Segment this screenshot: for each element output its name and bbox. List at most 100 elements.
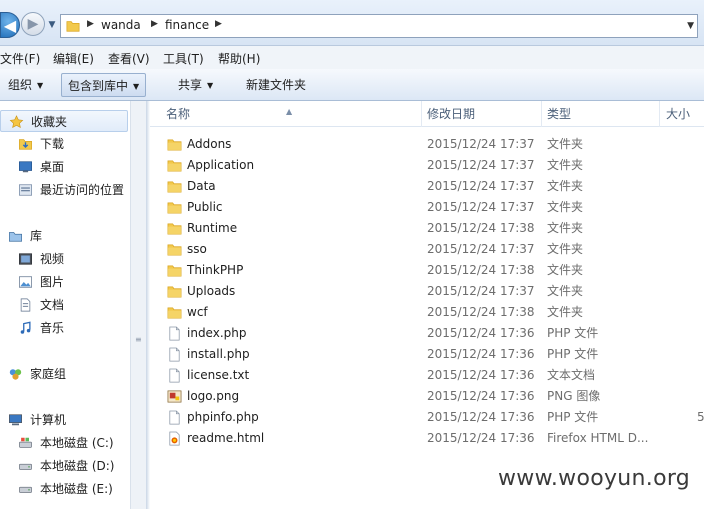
breadcrumb-finance[interactable]: finance [165,18,209,32]
nav-desktop[interactable]: 桌面 [0,156,128,178]
file-icon [169,368,180,383]
file-modified-date: 2015/12/24 17:36 [427,431,535,445]
nav-videos[interactable]: 视频 [0,248,128,270]
nav-disk-d[interactable]: 本地磁盘 (D:) [0,455,128,477]
file-type: PNG 图像 [547,389,601,403]
file-row[interactable]: phpinfo.php 2015/12/24 17:36 PHP 文件 5 [150,407,704,428]
chevron-down-icon: ▼ [133,81,140,91]
nav-disk-c[interactable]: 本地磁盘 (C:) [0,432,128,454]
file-row[interactable]: sso 2015/12/24 17:37 文件夹 [150,239,704,260]
file-type: PHP 文件 [547,326,599,340]
nav-favorites-label: 收藏夹 [31,115,68,129]
navigation-pane: 收藏夹 下载 桌面 最近访问的位置 库 视频 图片 文档 音乐 家庭组 计算机 … [0,101,130,509]
file-name: index.php [187,326,247,340]
file-row[interactable]: Runtime 2015/12/24 17:38 文件夹 [150,218,704,239]
file-name: Addons [187,137,232,151]
file-row[interactable]: index.php 2015/12/24 17:36 PHP 文件 [150,323,704,344]
video-icon [19,253,32,265]
chevron-down-icon: ▼ [207,80,214,90]
menu-bar: 文件(F) 编辑(E) 查看(V) 工具(T) 帮助(H) [0,46,704,69]
file-modified-date: 2015/12/24 17:36 [427,326,535,340]
address-dropdown-icon[interactable]: ▼ [687,21,694,31]
organize-button[interactable]: 组织 ▼ [2,73,49,97]
file-name: Public [187,200,223,214]
nav-videos-label: 视频 [40,252,65,266]
column-header-row: 名称 ▲ 修改日期 类型 大小 [150,101,704,127]
address-input[interactable]: ▶ wanda ▶ finance ▶ ▼ [60,14,698,38]
file-modified-date: 2015/12/24 17:37 [427,158,535,172]
chevron-right-icon[interactable]: ▶ [151,19,158,29]
file-type: 文本文档 [547,368,596,382]
organize-label: 组织 [8,78,33,92]
star-icon [9,115,24,129]
firefox-html-icon [169,431,180,446]
file-row[interactable]: Application 2015/12/24 17:37 文件夹 [150,155,704,176]
nav-libraries-label: 库 [30,229,43,243]
nav-documents-label: 文档 [40,298,65,312]
file-row[interactable]: logo.png 2015/12/24 17:36 PNG 图像 [150,386,704,407]
nav-homegroup[interactable]: 家庭组 [0,363,128,385]
menu-file[interactable]: 文件(F) [0,50,40,67]
grip-icon: ≡ [135,335,142,344]
file-row[interactable]: license.txt 2015/12/24 17:36 文本文档 [150,365,704,386]
menu-help[interactable]: 帮助(H) [218,50,260,67]
column-header-size[interactable]: 大小 [660,101,704,127]
folder-icon [167,265,182,277]
column-size-label: 大小 [666,107,691,121]
column-header-type[interactable]: 类型 [542,101,660,127]
nav-downloads[interactable]: 下载 [0,133,128,155]
nav-pictures[interactable]: 图片 [0,271,128,293]
column-type-label: 类型 [547,107,572,121]
file-type: PHP 文件 [547,410,599,424]
file-type: 文件夹 [547,221,584,235]
file-row[interactable]: wcf 2015/12/24 17:38 文件夹 [150,302,704,323]
file-type: Firefox HTML D... [547,431,649,445]
nav-documents[interactable]: 文档 [0,294,128,316]
file-modified-date: 2015/12/24 17:37 [427,284,535,298]
file-type: 文件夹 [547,158,584,172]
column-header-name[interactable]: 名称 ▲ [150,101,422,127]
menu-edit[interactable]: 编辑(E) [53,50,94,67]
file-type: 文件夹 [547,200,584,214]
share-button[interactable]: 共享 ▼ [172,73,219,97]
folder-icon [167,223,182,235]
nav-computer[interactable]: 计算机 [0,409,128,431]
nav-disk-c-label: 本地磁盘 (C:) [40,436,114,450]
folder-icon [167,202,182,214]
chevron-right-icon[interactable]: ▶ [215,19,222,29]
back-button[interactable]: ◀ [0,12,20,38]
nav-recent-places[interactable]: 最近访问的位置 [0,179,128,201]
history-dropdown-icon[interactable]: ▼ [46,18,58,32]
file-row[interactable]: readme.html 2015/12/24 17:36 Firefox HTML … [150,428,704,449]
file-row[interactable]: install.php 2015/12/24 17:36 PHP 文件 [150,344,704,365]
nav-disk-e[interactable]: 本地磁盘 (E:) [0,478,128,500]
new-folder-button[interactable]: 新建文件夹 [240,73,312,97]
nav-music[interactable]: 音乐 [0,317,128,339]
menu-tools[interactable]: 工具(T) [163,50,204,67]
nav-disk-d-label: 本地磁盘 (D:) [40,459,115,473]
file-row[interactable]: Addons 2015/12/24 17:37 文件夹 [150,134,704,155]
breadcrumb-wanda[interactable]: wanda [101,18,141,32]
menu-view[interactable]: 查看(V) [108,50,150,67]
file-name: license.txt [187,368,250,382]
nav-favorites[interactable]: 收藏夹 [0,110,128,132]
file-row[interactable]: Data 2015/12/24 17:37 文件夹 [150,176,704,197]
file-row[interactable]: Uploads 2015/12/24 17:37 文件夹 [150,281,704,302]
file-name: wcf [187,305,208,319]
file-modified-date: 2015/12/24 17:37 [427,242,535,256]
include-in-library-button[interactable]: 包含到库中 ▼ [61,73,147,97]
nav-libraries[interactable]: 库 [0,225,128,247]
file-modified-date: 2015/12/24 17:36 [427,410,535,424]
file-name: Uploads [187,284,236,298]
file-row[interactable]: Public 2015/12/24 17:37 文件夹 [150,197,704,218]
chevron-right-icon[interactable]: ▶ [87,19,94,29]
file-row[interactable]: ThinkPHP 2015/12/24 17:38 文件夹 [150,260,704,281]
forward-button[interactable]: ▶ [21,12,45,36]
documents-icon [20,298,31,312]
column-header-date[interactable]: 修改日期 [422,101,542,127]
command-toolbar: 组织 ▼ 包含到库中 ▼ 共享 ▼ 新建文件夹 [0,69,704,101]
navigation-pane-splitter[interactable]: ≡ [130,101,146,509]
file-modified-date: 2015/12/24 17:37 [427,200,535,214]
file-size: 5 [697,410,704,424]
file-modified-date: 2015/12/24 17:36 [427,347,535,361]
